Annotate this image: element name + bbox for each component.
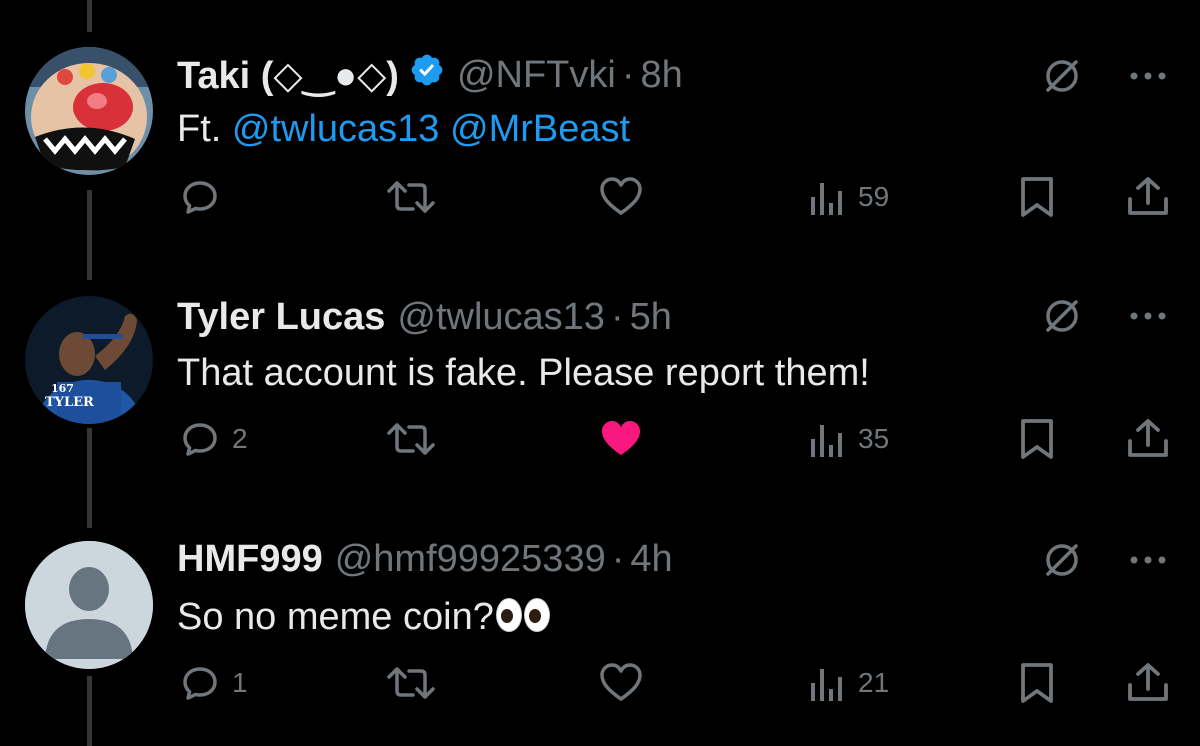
bookmark-icon xyxy=(1018,661,1056,705)
bookmark-button[interactable] xyxy=(1018,417,1056,461)
tweet-header: Taki (◇‿●◇) @NFTvki · 8h xyxy=(177,52,683,98)
avatar[interactable] xyxy=(25,541,153,669)
tweet-text: That account is fake. Please report them… xyxy=(177,352,870,394)
share-button[interactable] xyxy=(1126,661,1170,705)
mention-link[interactable]: @twlucas13 xyxy=(232,108,440,150)
share-button[interactable] xyxy=(1126,175,1170,219)
separator: · xyxy=(610,296,624,338)
timestamp[interactable]: 5h xyxy=(630,296,672,339)
display-name[interactable]: Tyler Lucas xyxy=(177,296,385,339)
views-icon xyxy=(808,417,848,461)
share-button[interactable] xyxy=(1126,417,1170,461)
tweet-text: Ft. @twlucas13 @MrBeast xyxy=(177,108,630,151)
display-name[interactable]: Taki (◇‿●◇) xyxy=(177,53,399,98)
like-icon xyxy=(598,175,644,219)
bookmark-button[interactable] xyxy=(1018,175,1056,219)
views-button[interactable]: 21 xyxy=(808,661,889,705)
reply-icon xyxy=(178,175,222,219)
avatar-cartoon-image xyxy=(25,47,153,175)
user-handle[interactable]: @NFTvki xyxy=(457,54,616,97)
tweet-header: HMF999 @hmf99925339 · 4h xyxy=(177,538,673,581)
tweet-top-icons xyxy=(1042,540,1168,580)
share-icon xyxy=(1126,417,1170,461)
eyes-emoji-icon xyxy=(495,597,522,632)
grok-icon[interactable] xyxy=(1042,296,1082,336)
more-icon[interactable] xyxy=(1128,310,1168,322)
svg-text:TYLER: TYLER xyxy=(45,395,94,410)
avatar[interactable] xyxy=(25,47,153,175)
views-count: 35 xyxy=(858,423,890,454)
text-prefix: Ft. xyxy=(177,108,232,150)
user-handle[interactable]: @twlucas13 xyxy=(397,296,605,339)
avatar-photo-image: 167 TYLER xyxy=(25,296,153,424)
retweet-button[interactable] xyxy=(385,175,437,219)
views-icon xyxy=(808,175,848,219)
separator: · xyxy=(621,53,635,96)
mention-link[interactable]: @MrBeast xyxy=(450,108,630,150)
like-button[interactable] xyxy=(598,661,644,705)
svg-text:167: 167 xyxy=(51,382,74,395)
reply-button[interactable] xyxy=(178,175,232,219)
retweet-icon xyxy=(385,175,437,219)
tweet-top-icons xyxy=(1042,296,1168,336)
action-bar: 1 21 xyxy=(0,661,1200,721)
display-name[interactable]: HMF999 xyxy=(177,538,323,581)
tweet-text: So no meme coin? xyxy=(177,596,550,639)
reply-count: 2 xyxy=(232,423,248,454)
reply-icon xyxy=(178,417,222,461)
reply-icon xyxy=(178,661,222,705)
bookmark-button[interactable] xyxy=(1018,661,1056,705)
user-handle[interactable]: @hmf99925339 xyxy=(335,538,606,581)
separator: · xyxy=(611,538,625,580)
action-bar: 59 xyxy=(0,175,1200,235)
grok-icon[interactable] xyxy=(1042,540,1082,580)
retweet-icon xyxy=(385,417,437,461)
reply-button[interactable]: 2 xyxy=(178,417,248,461)
reply-button[interactable]: 1 xyxy=(178,661,248,705)
retweet-button[interactable] xyxy=(385,417,437,461)
avatar[interactable]: 167 TYLER xyxy=(25,296,153,424)
eyes-emoji-icon xyxy=(523,597,550,632)
views-button[interactable]: 59 xyxy=(808,175,889,219)
views-button[interactable]: 35 xyxy=(808,417,889,461)
share-icon xyxy=(1126,175,1170,219)
tweet-1[interactable]: Taki (◇‿●◇) @NFTvki · 8h Ft. @twlucas13 … xyxy=(0,0,1200,260)
bookmark-icon xyxy=(1018,175,1056,219)
more-icon[interactable] xyxy=(1128,70,1168,82)
action-bar: 2 35 xyxy=(0,417,1200,477)
share-icon xyxy=(1126,661,1170,705)
views-count: 59 xyxy=(858,181,890,212)
like-icon xyxy=(598,661,644,705)
tweet-top-icons xyxy=(1042,56,1168,96)
like-button-active[interactable] xyxy=(598,417,644,461)
verified-badge-icon xyxy=(399,52,445,98)
retweet-button[interactable] xyxy=(385,661,437,705)
default-avatar-icon xyxy=(25,541,153,669)
bookmark-icon xyxy=(1018,417,1056,461)
tweet-text-content: So no meme coin? xyxy=(177,596,494,638)
timestamp[interactable]: 8h xyxy=(641,54,683,97)
views-count: 21 xyxy=(858,667,890,698)
views-icon xyxy=(808,661,848,705)
reply-count: 1 xyxy=(232,667,248,698)
retweet-icon xyxy=(385,661,437,705)
more-icon[interactable] xyxy=(1128,554,1168,566)
tweet-header: Tyler Lucas @twlucas13 · 5h xyxy=(177,296,672,339)
grok-icon[interactable] xyxy=(1042,56,1082,96)
timestamp[interactable]: 4h xyxy=(630,538,672,581)
like-filled-icon xyxy=(598,417,644,461)
like-button[interactable] xyxy=(598,175,644,219)
